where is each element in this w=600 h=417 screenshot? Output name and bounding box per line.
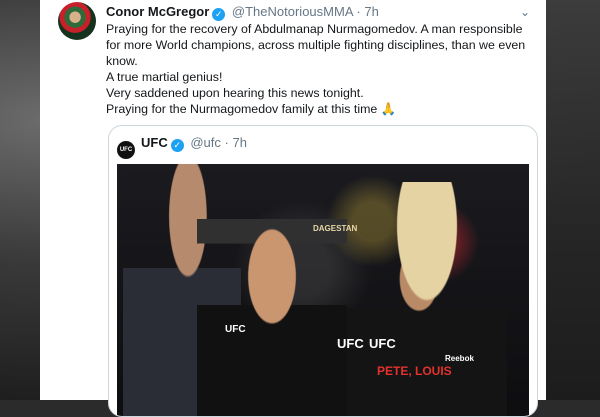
quoted-photo[interactable]: DAGESTAN UFC UFC UFC Reebok PETE, LOUIS	[117, 164, 529, 416]
tweet-line: A true martial genius!	[106, 70, 223, 84]
verified-badge-icon: ✓	[212, 8, 226, 21]
tweet-line: Praying for the recovery of Abdulmanap N…	[106, 22, 526, 68]
display-name[interactable]: Conor McGregor	[106, 4, 209, 19]
quoted-tweet-header: UFC UFC ✓ @ufc · 7h	[117, 134, 247, 159]
ufc-logo-mid: UFC	[337, 336, 364, 351]
verified-badge-icon: ✓	[170, 139, 184, 152]
jersey-text: PETE, LOUIS	[377, 364, 452, 378]
reebok-logo: Reebok	[445, 354, 474, 363]
ufc-logo-left: UFC	[225, 324, 246, 335]
quoted-handle[interactable]: @ufc	[190, 135, 221, 150]
chevron-down-icon[interactable]: ⌄	[520, 3, 530, 21]
person-center	[197, 219, 347, 416]
tweet-line-last: Praying for the Nurmagomedov family at t…	[106, 101, 536, 117]
background-blur-right	[545, 0, 600, 400]
quoted-avatar[interactable]: UFC	[117, 141, 135, 159]
tweet-line: Very saddened upon hearing this news ton…	[106, 86, 364, 100]
avatar[interactable]	[58, 2, 96, 40]
separator-dot: ·	[224, 135, 229, 150]
tweet-line: Praying for the Nurmagomedov family at t…	[106, 102, 378, 116]
tweet-header: Conor McGregor ✓ @TheNotoriousMMA · 7h ⌄	[106, 3, 530, 21]
person-right	[347, 182, 507, 416]
quoted-display-name[interactable]: UFC	[141, 135, 168, 150]
ufc-logo-right: UFC	[369, 336, 396, 351]
separator-dot: ·	[356, 4, 361, 19]
handle[interactable]: @TheNotoriousMMA	[232, 4, 353, 19]
praying-hands-emoji: 🙏	[380, 102, 397, 116]
tweet-text: Praying for the recovery of Abdulmanap N…	[106, 21, 536, 117]
cap-text: DAGESTAN	[313, 224, 358, 233]
tweet-card[interactable]: Conor McGregor ✓ @TheNotoriousMMA · 7h ⌄ …	[40, 0, 546, 417]
timestamp[interactable]: 7h	[364, 4, 378, 19]
quoted-tweet[interactable]: UFC UFC ✓ @ufc · 7h DAGESTAN UFC UFC UFC R…	[108, 125, 538, 417]
quoted-timestamp[interactable]: 7h	[232, 135, 246, 150]
